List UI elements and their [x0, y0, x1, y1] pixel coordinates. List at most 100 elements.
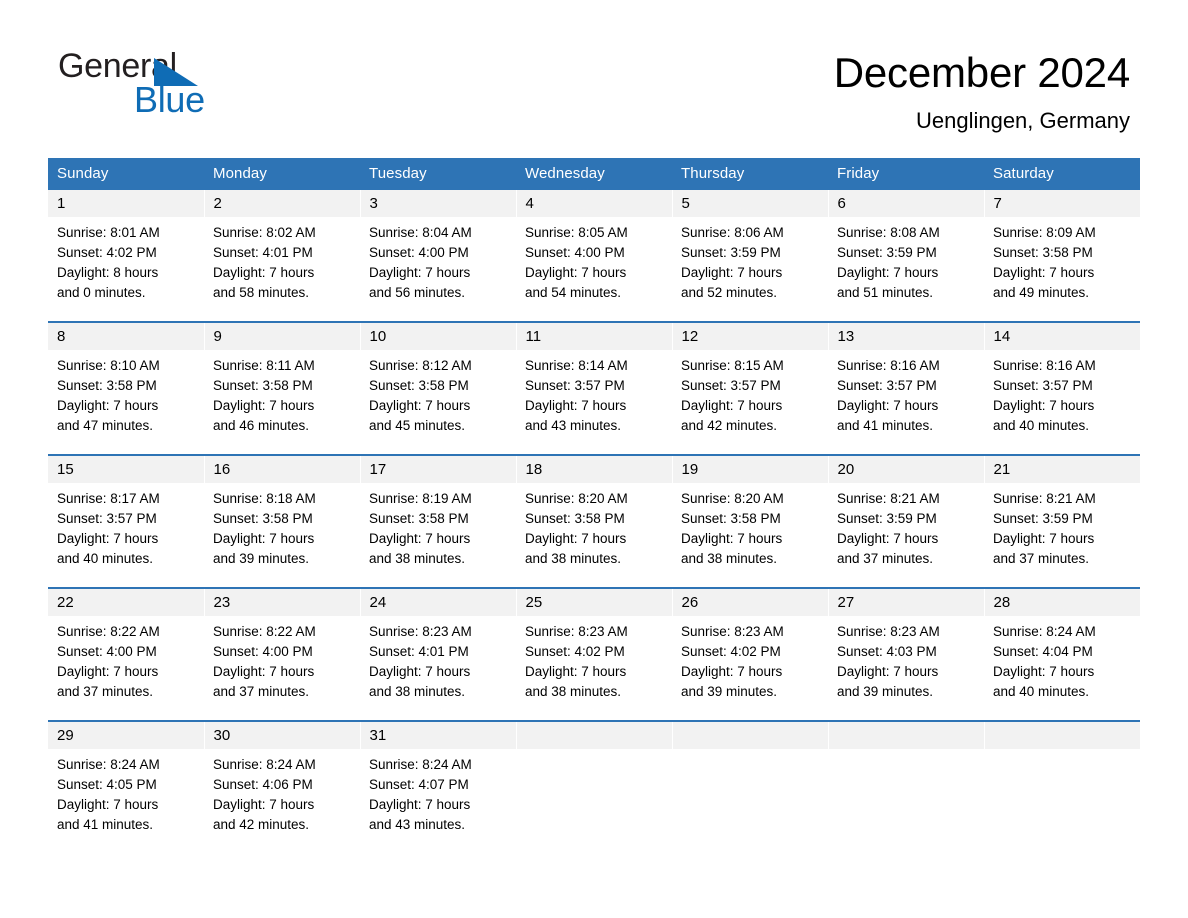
daylight-text-line2: and 54 minutes. [525, 285, 622, 300]
sunset-text: Sunset: 3:57 PM [681, 378, 781, 393]
day-number-cell-empty [516, 720, 673, 749]
day-detail-cell: Sunrise: 8:23 AM Sunset: 4:02 PM Dayligh… [672, 616, 828, 721]
day-number-cell[interactable]: 24 [360, 587, 517, 616]
day-number-cell[interactable]: 3 [360, 190, 517, 217]
sunset-text: Sunset: 4:00 PM [57, 644, 157, 659]
day-detail-cell: Sunrise: 8:04 AM Sunset: 4:00 PM Dayligh… [360, 217, 516, 322]
day-number-cell[interactable]: 7 [984, 190, 1140, 217]
sunset-text: Sunset: 3:58 PM [213, 511, 313, 526]
day-number-cell[interactable]: 4 [516, 190, 673, 217]
day-number-cell[interactable]: 6 [828, 190, 985, 217]
day-detail-cell: Sunrise: 8:24 AM Sunset: 4:05 PM Dayligh… [48, 749, 204, 854]
day-number-cell[interactable]: 28 [984, 587, 1140, 616]
week-daynum-row: 8 9 10 11 12 13 14 [48, 321, 1140, 350]
day-number-cell[interactable]: 26 [672, 587, 829, 616]
weekday-header-saturday: Saturday [984, 158, 1140, 190]
daylight-text-line1: Daylight: 7 hours [525, 531, 627, 546]
sunset-text: Sunset: 3:59 PM [837, 245, 937, 260]
daylight-text-line2: and 47 minutes. [57, 418, 154, 433]
day-number-cell[interactable]: 31 [360, 720, 517, 749]
daylight-text-line1: Daylight: 7 hours [525, 664, 627, 679]
day-number-cell[interactable]: 17 [360, 454, 517, 483]
day-number-cell[interactable]: 22 [48, 587, 205, 616]
daylight-text-line1: Daylight: 7 hours [681, 265, 783, 280]
calendar-page: General Blue December 2024 Uenglingen, G… [0, 0, 1188, 918]
weekday-header-friday: Friday [828, 158, 984, 190]
day-number-cell[interactable]: 29 [48, 720, 205, 749]
sunrise-text: Sunrise: 8:17 AM [57, 491, 160, 506]
daylight-text-line1: Daylight: 7 hours [837, 664, 939, 679]
sunrise-text: Sunrise: 8:16 AM [837, 358, 940, 373]
sunset-text: Sunset: 4:02 PM [57, 245, 157, 260]
sunrise-text: Sunrise: 8:11 AM [213, 358, 315, 373]
sunset-text: Sunset: 3:57 PM [57, 511, 157, 526]
page-header: General Blue December 2024 Uenglingen, G… [0, 0, 1188, 133]
daylight-text-line1: Daylight: 7 hours [837, 398, 939, 413]
sunset-text: Sunset: 3:59 PM [681, 245, 781, 260]
daylight-text-line2: and 37 minutes. [993, 551, 1090, 566]
sunrise-text: Sunrise: 8:20 AM [681, 491, 784, 506]
day-detail-cell: Sunrise: 8:23 AM Sunset: 4:02 PM Dayligh… [516, 616, 672, 721]
daylight-text-line1: Daylight: 7 hours [213, 265, 315, 280]
day-detail-cell: Sunrise: 8:12 AM Sunset: 3:58 PM Dayligh… [360, 350, 516, 455]
day-number-cell[interactable]: 30 [204, 720, 361, 749]
day-detail-cell: Sunrise: 8:15 AM Sunset: 3:57 PM Dayligh… [672, 350, 828, 455]
sunset-text: Sunset: 3:58 PM [57, 378, 157, 393]
week-daynum-row: 22 23 24 25 26 27 28 [48, 587, 1140, 616]
day-number-cell[interactable]: 1 [48, 190, 205, 217]
day-detail-cell: Sunrise: 8:11 AM Sunset: 3:58 PM Dayligh… [204, 350, 360, 455]
day-detail-cell: Sunrise: 8:02 AM Sunset: 4:01 PM Dayligh… [204, 217, 360, 322]
day-number-cell[interactable]: 12 [672, 321, 829, 350]
sunrise-text: Sunrise: 8:23 AM [369, 624, 472, 639]
day-number-cell[interactable]: 19 [672, 454, 829, 483]
sunset-text: Sunset: 4:04 PM [993, 644, 1093, 659]
day-number-cell[interactable]: 8 [48, 321, 205, 350]
day-number-cell[interactable]: 21 [984, 454, 1140, 483]
daylight-text-line2: and 39 minutes. [213, 551, 310, 566]
sunset-text: Sunset: 4:02 PM [681, 644, 781, 659]
day-number-cell[interactable]: 14 [984, 321, 1140, 350]
week-daynum-row: 15 16 17 18 19 20 21 [48, 454, 1140, 483]
day-number-cell[interactable]: 2 [204, 190, 361, 217]
day-number-cell[interactable]: 10 [360, 321, 517, 350]
day-number-cell[interactable]: 15 [48, 454, 205, 483]
day-number-cell[interactable]: 27 [828, 587, 985, 616]
day-detail-cell: Sunrise: 8:09 AM Sunset: 3:58 PM Dayligh… [984, 217, 1140, 322]
day-number-cell[interactable]: 25 [516, 587, 673, 616]
day-number-cell[interactable]: 13 [828, 321, 985, 350]
daylight-text-line2: and 38 minutes. [369, 684, 466, 699]
daylight-text-line2: and 37 minutes. [837, 551, 934, 566]
sunset-text: Sunset: 4:00 PM [369, 245, 469, 260]
day-detail-cell: Sunrise: 8:10 AM Sunset: 3:58 PM Dayligh… [48, 350, 204, 455]
daylight-text-line1: Daylight: 7 hours [213, 531, 315, 546]
daylight-text-line2: and 52 minutes. [681, 285, 778, 300]
daylight-text-line1: Daylight: 7 hours [993, 265, 1095, 280]
day-number-cell[interactable]: 20 [828, 454, 985, 483]
daylight-text-line2: and 38 minutes. [525, 551, 622, 566]
general-blue-logo: General Blue [58, 46, 248, 120]
page-title: December 2024 [833, 49, 1130, 96]
week-detail-row: Sunrise: 8:24 AM Sunset: 4:05 PM Dayligh… [48, 749, 1140, 854]
weekday-header-tuesday: Tuesday [360, 158, 516, 190]
day-number-cell[interactable]: 5 [672, 190, 829, 217]
daylight-text-line2: and 41 minutes. [837, 418, 934, 433]
sunrise-text: Sunrise: 8:04 AM [369, 225, 472, 240]
day-number-cell[interactable]: 9 [204, 321, 361, 350]
day-detail-cell: Sunrise: 8:08 AM Sunset: 3:59 PM Dayligh… [828, 217, 984, 322]
calendar-body: 1 2 3 4 5 6 7 Sunrise: 8:01 AM Sunset: 4… [48, 190, 1140, 854]
day-number-cell[interactable]: 18 [516, 454, 673, 483]
sunset-text: Sunset: 4:06 PM [213, 777, 313, 792]
daylight-text-line2: and 42 minutes. [213, 817, 310, 832]
day-detail-cell: Sunrise: 8:16 AM Sunset: 3:57 PM Dayligh… [984, 350, 1140, 455]
daylight-text-line2: and 58 minutes. [213, 285, 310, 300]
day-number-cell[interactable]: 16 [204, 454, 361, 483]
sunset-text: Sunset: 4:07 PM [369, 777, 469, 792]
day-number-cell[interactable]: 23 [204, 587, 361, 616]
daylight-text-line2: and 56 minutes. [369, 285, 466, 300]
day-detail-cell: Sunrise: 8:24 AM Sunset: 4:06 PM Dayligh… [204, 749, 360, 854]
daylight-text-line1: Daylight: 8 hours [57, 265, 159, 280]
day-number-cell-empty [828, 720, 985, 749]
sunrise-text: Sunrise: 8:01 AM [57, 225, 160, 240]
day-number-cell[interactable]: 11 [516, 321, 673, 350]
sunrise-text: Sunrise: 8:08 AM [837, 225, 940, 240]
